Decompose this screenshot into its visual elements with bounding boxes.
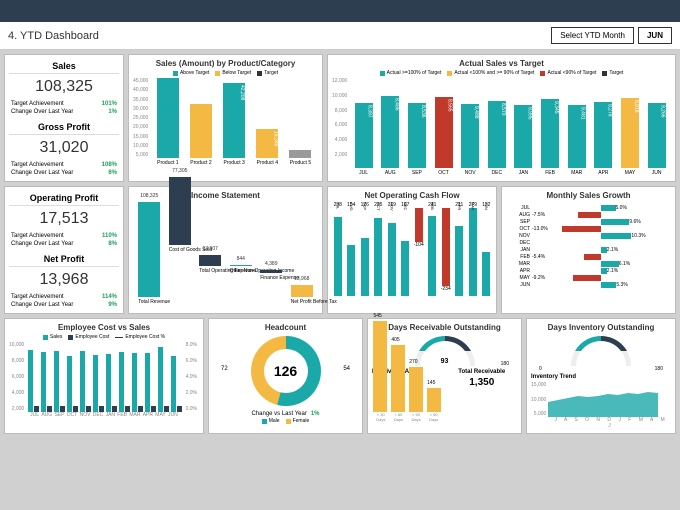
actual-vs-target-chart: Actual Sales vs Target Actual >=100% of … — [327, 54, 676, 182]
income-statement-chart: Income Statement 108,325Total Revenue 77… — [128, 186, 323, 314]
month-value-button[interactable]: JUN — [638, 27, 672, 44]
inventory-trend-area — [548, 382, 658, 417]
days-receivable-card: Days Receivable Outstanding 93 0180 Rece… — [367, 318, 522, 434]
kpi-sales-value: 108,325 — [9, 74, 119, 100]
monthly-growth-chart: Monthly Sales Growth JUL5.0%AUG-7.5%SEP9… — [501, 186, 676, 314]
window-titlebar — [0, 0, 680, 22]
header-bar: 4. YTD Dashboard Select YTD Month JUN — [0, 22, 680, 50]
kpi-gp-value: 31,020 — [9, 135, 119, 161]
headcount-donut: 126 — [251, 336, 321, 406]
days-inventory-card: Days Inventory Outstanding 0180 Inventor… — [526, 318, 676, 434]
cash-flow-chart: Net Operating Cash Flow 238JUL154AUG176S… — [327, 186, 497, 314]
select-ytd-month-button[interactable]: Select YTD Month — [551, 27, 634, 44]
kpi-sales-gp: Sales 108,325 Target Achievement101% Cha… — [4, 54, 124, 182]
employee-cost-chart: Employee Cost vs Sales Sales Employee Co… — [4, 318, 204, 434]
dashboard-grid: Sales 108,325 Target Achievement101% Cha… — [0, 50, 680, 438]
dio-gauge — [571, 336, 631, 366]
kpi-gp-title: Gross Profit — [9, 120, 119, 135]
kpi-op-np: Operating Profit 17,513 Target Achieveme… — [4, 186, 124, 314]
product-sales-chart: Sales (Amount) by Product/Category Above… — [128, 54, 323, 182]
page-title: 4. YTD Dashboard — [8, 30, 547, 42]
kpi-sales-title: Sales — [9, 59, 119, 74]
headcount-chart: Headcount 126 72 54 Change vs Last Year1… — [208, 318, 363, 434]
